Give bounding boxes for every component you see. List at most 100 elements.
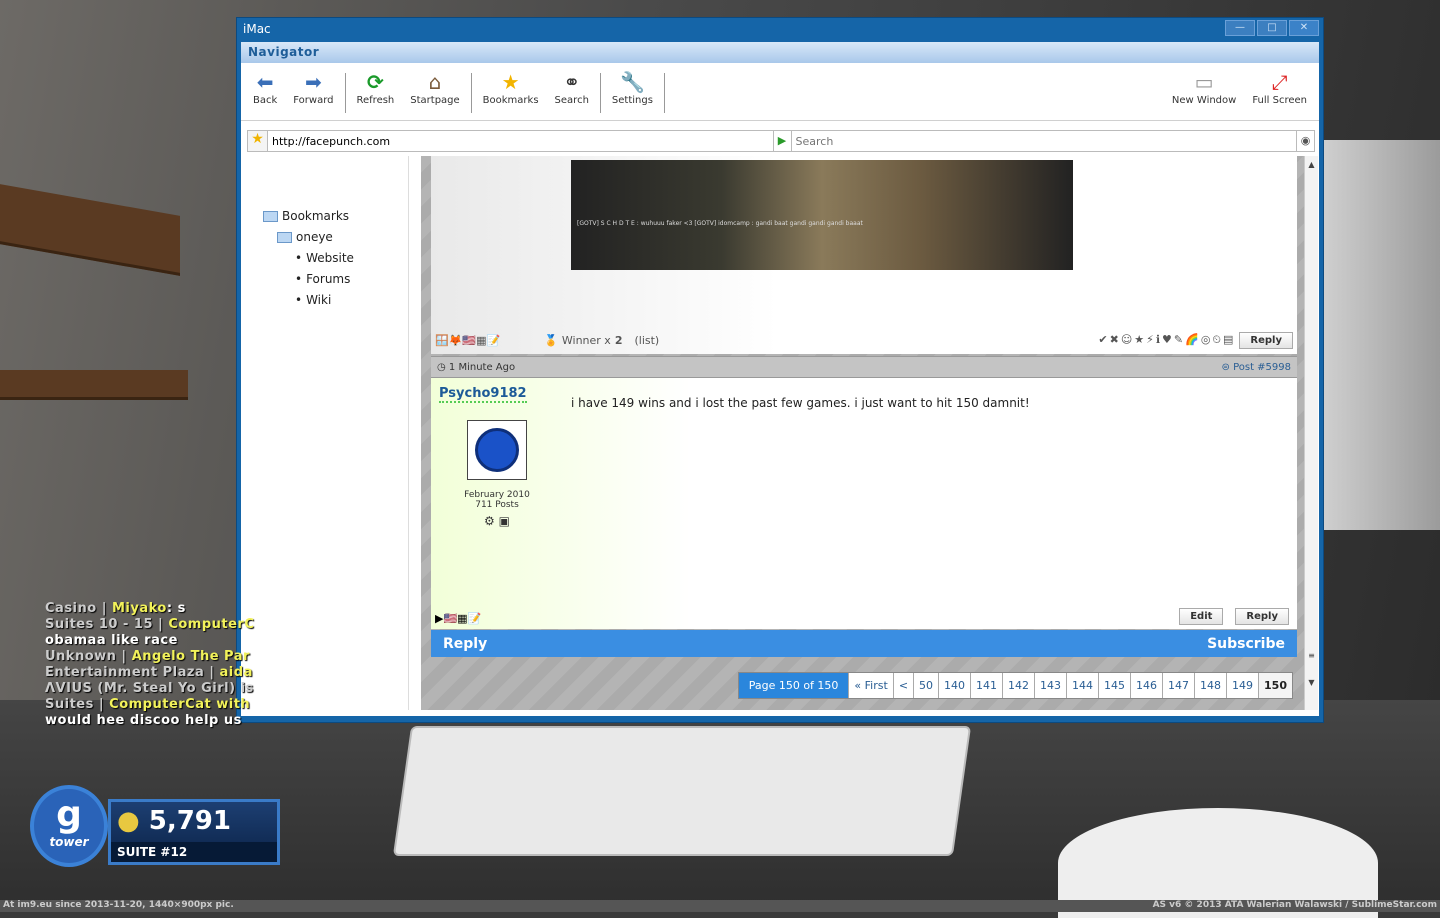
chat-loc: Entertainment Plaza | <box>45 665 220 680</box>
chat-msg: : s <box>166 601 186 616</box>
chat-line: Casino | Miyako: s <box>45 601 254 617</box>
settings-button[interactable]: 🔧 Settings <box>604 69 661 106</box>
page-link[interactable]: 142 <box>1003 673 1036 698</box>
folder-label: oneye <box>296 230 333 244</box>
button-label: New Window <box>1171 95 1237 106</box>
reply-button[interactable]: Reply <box>1235 608 1289 625</box>
forward-button[interactable]: ➡ Forward <box>285 69 341 106</box>
button-label: Full Screen <box>1252 95 1307 106</box>
search-button[interactable]: ⚭ Search <box>547 69 597 106</box>
address-bar: ★ ▶ ◉ <box>247 130 1315 152</box>
screenshot-caption: [GOTV] S C H D T E : wuhuuu faker <3 [GO… <box>577 220 863 227</box>
page-link[interactable]: 140 <box>939 673 972 698</box>
minimize-button[interactable]: — <box>1225 20 1255 36</box>
bookmarks-folder[interactable]: Bookmarks <box>249 206 408 227</box>
bookmark-star-icon[interactable]: ★ <box>248 131 268 151</box>
window-title: iMac <box>243 22 271 36</box>
page-link[interactable]: 148 <box>1195 673 1228 698</box>
page-link[interactable]: 147 <box>1163 673 1196 698</box>
page-link[interactable]: 141 <box>971 673 1004 698</box>
star-icon: ★ <box>501 70 520 94</box>
rating-icons[interactable]: ✔✖☺★⚡ℹ♥✎🌈◎⏲▤ <box>1098 333 1235 347</box>
search-input[interactable] <box>790 131 1296 151</box>
binoculars-icon: ⚭ <box>563 70 581 94</box>
watermark-bar: At im9.eu since 2013-11-20, 1440×900px p… <box>0 900 1440 912</box>
chat-line: Entertainment Plaza | aida <box>45 665 254 681</box>
previous-post: [GOTV] S C H D T E : wuhuuu faker <3 [GO… <box>431 156 1297 354</box>
watermark-right: AS v6 © 2013 ATA Walerian Walawski / Sub… <box>1152 900 1437 910</box>
page-link[interactable]: 149 <box>1227 673 1260 698</box>
bookmark-label: Wiki <box>306 293 332 307</box>
bookmarks-button[interactable]: ★ Bookmarks <box>475 69 547 106</box>
startpage-button[interactable]: ⌂ Startpage <box>402 69 467 106</box>
go-icon[interactable]: ▶ <box>772 131 791 151</box>
coin-icon: ● <box>117 806 140 836</box>
button-label: Forward <box>293 95 334 106</box>
prev-page-link[interactable]: < <box>894 673 915 698</box>
steam-icon[interactable]: ⚙ ▣ <box>441 515 553 527</box>
navigator-header: Navigator <box>241 42 1319 63</box>
new-window-icon: ▭ <box>1194 70 1214 94</box>
post-number-link[interactable]: Post #5998 <box>1233 362 1291 373</box>
edit-button[interactable]: Edit <box>1179 608 1224 625</box>
bookmark-forums[interactable]: • Forums <box>249 269 408 290</box>
chat-name: aida <box>219 665 253 680</box>
page-link[interactable]: 50 <box>914 673 940 698</box>
post-count: 711 Posts <box>475 500 519 510</box>
vertical-scrollbar[interactable]: ▲ ≡ ▼ <box>1304 156 1318 710</box>
pagination: Page 150 of 150 « First < 50 140 141 142… <box>737 672 1293 699</box>
bookmark-wiki[interactable]: • Wiki <box>249 290 408 311</box>
folder-icon <box>263 211 278 222</box>
bookmark-website[interactable]: • Website <box>249 248 408 269</box>
chat-name: ComputerC <box>168 617 255 632</box>
search-engine-icon[interactable]: ◉ <box>1296 131 1314 151</box>
subscribe-link[interactable]: Subscribe <box>1207 636 1285 652</box>
back-button[interactable]: ⬅ Back <box>245 69 285 106</box>
divider <box>470 73 472 113</box>
page-link[interactable]: 144 <box>1067 673 1100 698</box>
oneye-folder[interactable]: oneye <box>249 227 408 248</box>
chat-line: Suites | ComputerCat with <box>45 697 254 713</box>
page-link[interactable]: 145 <box>1099 673 1132 698</box>
chat-loc: Suites | <box>45 697 110 712</box>
refresh-button[interactable]: ⟳ Refresh <box>349 69 403 106</box>
chat-name: Miyako <box>112 601 167 616</box>
post-body: Psycho9182 February 2010 711 Posts ⚙ ▣ i h… <box>431 378 1297 629</box>
maximize-button[interactable]: □ <box>1257 20 1287 36</box>
room-wall <box>1324 140 1440 530</box>
refresh-icon: ⟳ <box>367 70 384 94</box>
chat-loc: Casino | <box>45 601 112 616</box>
browser-toolbar: ⬅ Back ➡ Forward ⟳ Refresh ⌂ Startpage ★ Book… <box>241 63 1319 121</box>
suite-label: SUITE #12 <box>111 842 277 862</box>
forward-arrow-icon: ➡ <box>305 70 322 94</box>
url-input[interactable] <box>268 131 773 151</box>
page-link[interactable]: 143 <box>1035 673 1068 698</box>
post-time: 1 Minute Ago <box>448 361 516 373</box>
post-header: ◷ 1 Minute Ago ⊜ Post #5998 <box>431 356 1297 378</box>
button-label: Settings <box>611 95 653 106</box>
bookmarks-sidebar: Bookmarks oneye • Website • Forums • Wik… <box>249 156 409 710</box>
chat-loc: ΛVIUS (Mr. Steal Yo Girl) is <box>45 681 254 696</box>
new-window-button[interactable]: ▭ New Window <box>1164 69 1244 106</box>
full-screen-button[interactable]: ⤢ Full Screen <box>1244 69 1315 106</box>
back-arrow-icon: ⬅ <box>256 70 274 94</box>
reply-thread-link[interactable]: Reply <box>443 636 487 652</box>
watermark-left: At im9.eu since 2013-11-20, 1440×900px p… <box>3 900 234 910</box>
page-link[interactable]: 146 <box>1131 673 1164 698</box>
reply-button[interactable]: Reply <box>1239 331 1293 349</box>
button-label: Startpage <box>410 95 460 106</box>
link-icon: ⊜ <box>1221 361 1230 373</box>
first-page-link[interactable]: « First <box>849 673 894 698</box>
username-link[interactable]: Psycho9182 <box>439 386 527 403</box>
chat-loc: Suites 10 - 15 | <box>45 617 169 632</box>
chat-name: ComputerCat with <box>109 697 251 712</box>
avatar <box>467 420 527 480</box>
thread-action-bar: Reply Subscribe <box>431 630 1297 657</box>
folder-label: Bookmarks <box>282 209 350 223</box>
page-indicator[interactable]: Page 150 of 150 <box>738 673 850 698</box>
money-amount: 5,791 <box>148 806 231 836</box>
rating-list-link[interactable]: (list) <box>634 334 659 347</box>
close-button[interactable]: ✕ <box>1289 20 1319 36</box>
chat-loc: Unknown | <box>45 649 132 664</box>
os-browser-flag-icons: 🪟🦊🇺🇸▦📝 <box>435 333 501 347</box>
